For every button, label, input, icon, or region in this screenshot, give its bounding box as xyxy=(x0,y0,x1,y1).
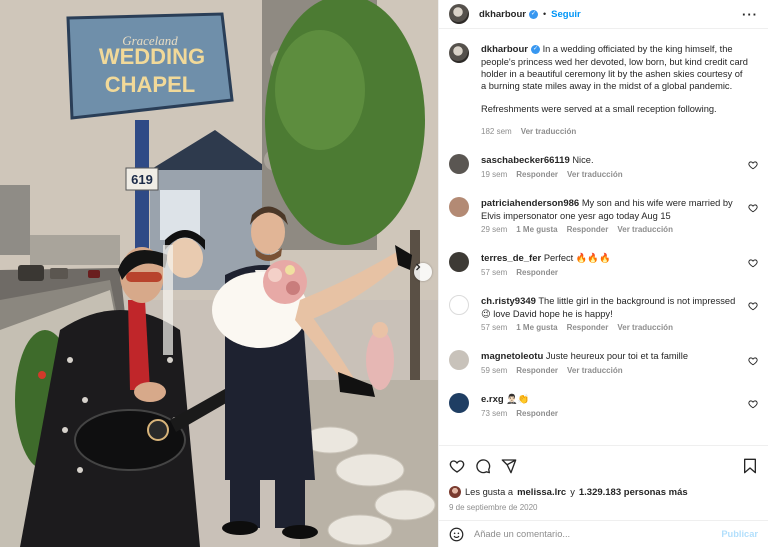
verified-badge-icon: ✓ xyxy=(528,9,538,19)
heart-icon[interactable] xyxy=(449,458,465,474)
sign-wedding-text: WEDDING xyxy=(99,44,205,69)
follow-button[interactable]: Seguir xyxy=(551,9,581,20)
post-header: dkharbour ✓ • Seguir ··· xyxy=(439,0,768,29)
comment-text: Perfect 🔥🔥🔥 xyxy=(543,253,611,263)
more-options-button[interactable]: ··· xyxy=(742,7,758,22)
comment-time: 57 sem xyxy=(481,323,508,332)
comment-time: 19 sem xyxy=(481,170,508,179)
reply-link[interactable]: Responder xyxy=(516,169,558,181)
comment-username[interactable]: magnetoleotu xyxy=(481,351,543,362)
commenter-avatar[interactable] xyxy=(449,252,469,272)
post-photo[interactable]: Graceland WEDDING CHAPEL 619 xyxy=(0,0,438,547)
reply-link[interactable]: Responder xyxy=(516,365,558,377)
caption-time: 182 sem xyxy=(481,127,512,136)
comment-item: terres_de_fer Perfect 🔥🔥🔥 57 sem Responder xyxy=(449,252,758,279)
comment-username[interactable]: terres_de_fer xyxy=(481,253,541,264)
comment-meta: 73 sem Responder xyxy=(481,408,745,420)
liker-username[interactable]: melissa.lrc xyxy=(517,487,566,498)
comment-meta: 57 sem 1 Me gusta Responder Ver traducción xyxy=(481,322,745,334)
comment-username[interactable]: patriciahenderson986 xyxy=(481,198,579,209)
comment-item: e.rxg 🤵🏻‍♂️👏 73 sem Responder xyxy=(449,393,758,420)
comment-time: 57 sem xyxy=(481,268,508,277)
share-icon[interactable] xyxy=(501,458,517,474)
comment-meta: 59 sem Responder Ver traducción xyxy=(481,365,745,377)
caption-meta: 182 sem Ver traducción xyxy=(481,126,749,138)
comment-likes[interactable]: 1 Me gusta xyxy=(516,224,557,236)
comment-text: Nice. xyxy=(572,155,594,165)
likes-count[interactable]: 1.329.183 personas más xyxy=(579,487,688,498)
reply-link[interactable]: Responder xyxy=(567,322,609,334)
comment-heart-icon[interactable] xyxy=(748,258,758,268)
likes-summary: Les gusta a melissa.lrc y 1.329.183 pers… xyxy=(449,486,758,498)
translate-link[interactable]: Ver traducción xyxy=(567,365,623,377)
bookmark-icon[interactable] xyxy=(742,458,758,474)
comment-item: patriciahenderson986 My son and his wife… xyxy=(449,197,758,236)
post-side-panel: dkharbour ✓ • Seguir ··· dkharbour ✓ In a… xyxy=(438,0,768,547)
comment-item: magnetoleotu Juste heureux pour toi et t… xyxy=(449,350,758,377)
commenter-avatar[interactable] xyxy=(449,350,469,370)
comment-meta: 57 sem Responder xyxy=(481,267,745,279)
reply-link[interactable]: Responder xyxy=(516,267,558,279)
commenter-avatar[interactable] xyxy=(449,393,469,413)
comment-username[interactable]: e.rxg xyxy=(481,394,504,405)
comment-time: 59 sem xyxy=(481,366,508,375)
post-caption: dkharbour ✓ In a wedding officiated by th… xyxy=(449,43,758,138)
header-separator: • xyxy=(542,9,547,19)
comments-list[interactable]: dkharbour ✓ In a wedding officiated by th… xyxy=(439,29,768,445)
comment-heart-icon[interactable] xyxy=(748,203,758,213)
comment-heart-icon[interactable] xyxy=(748,356,758,366)
comment-likes[interactable]: 1 Me gusta xyxy=(516,322,557,334)
publish-button[interactable]: Publicar xyxy=(721,529,758,539)
sign-chapel-text: CHAPEL xyxy=(105,72,195,97)
caption-text-2: Refreshments were served at a small rece… xyxy=(481,104,717,114)
comment-icon[interactable] xyxy=(475,458,491,474)
comment-username[interactable]: ch.risty9349 xyxy=(481,296,536,307)
caption-avatar[interactable] xyxy=(449,43,469,63)
translate-link[interactable]: Ver traducción xyxy=(617,322,673,334)
comment-time: 73 sem xyxy=(481,409,508,418)
emoji-icon[interactable] xyxy=(449,527,464,542)
comment-item: saschabecker66119 Nice. 19 sem Responder Ve… xyxy=(449,154,758,181)
author-avatar[interactable] xyxy=(449,4,469,24)
add-comment-bar: Publicar xyxy=(439,520,768,547)
comment-meta: 29 sem 1 Me gusta Responder Ver traducción xyxy=(481,224,745,236)
chevron-right-icon xyxy=(416,263,421,271)
caption-translate-link[interactable]: Ver traducción xyxy=(521,126,577,138)
comment-text: Juste heureux pour toi et ta famille xyxy=(545,351,688,361)
next-photo-button[interactable] xyxy=(414,263,432,281)
translate-link[interactable]: Ver traducción xyxy=(567,169,623,181)
comment-meta: 19 sem Responder Ver traducción xyxy=(481,169,745,181)
author-username[interactable]: dkharbour xyxy=(479,9,526,20)
comment-time: 29 sem xyxy=(481,225,508,234)
commenter-avatar[interactable] xyxy=(449,154,469,174)
comment-username[interactable]: saschabecker66119 xyxy=(481,155,570,166)
translate-link[interactable]: Ver traducción xyxy=(617,224,673,236)
commenter-avatar[interactable] xyxy=(449,295,469,315)
comment-heart-icon[interactable] xyxy=(748,399,758,409)
comment-heart-icon[interactable] xyxy=(748,160,758,170)
comment-item: ch.risty9349 The little girl in the back… xyxy=(449,295,758,334)
reply-link[interactable]: Responder xyxy=(516,408,558,420)
comment-heart-icon[interactable] xyxy=(748,301,758,311)
reply-link[interactable]: Responder xyxy=(567,224,609,236)
sign-number-text: 619 xyxy=(131,172,153,187)
commenter-avatar[interactable] xyxy=(449,197,469,217)
post-date: 9 de septiembre de 2020 xyxy=(449,503,538,512)
comment-text: 🤵🏻‍♂️👏 xyxy=(506,394,530,404)
liker-avatar[interactable] xyxy=(449,486,461,498)
caption-username[interactable]: dkharbour xyxy=(481,44,528,55)
wedding-photo-illustration: Graceland WEDDING CHAPEL 619 xyxy=(0,0,438,547)
verified-badge-icon: ✓ xyxy=(530,45,540,55)
post-actions: Les gusta a melissa.lrc y 1.329.183 pers… xyxy=(439,445,768,512)
comment-input[interactable] xyxy=(474,529,712,539)
